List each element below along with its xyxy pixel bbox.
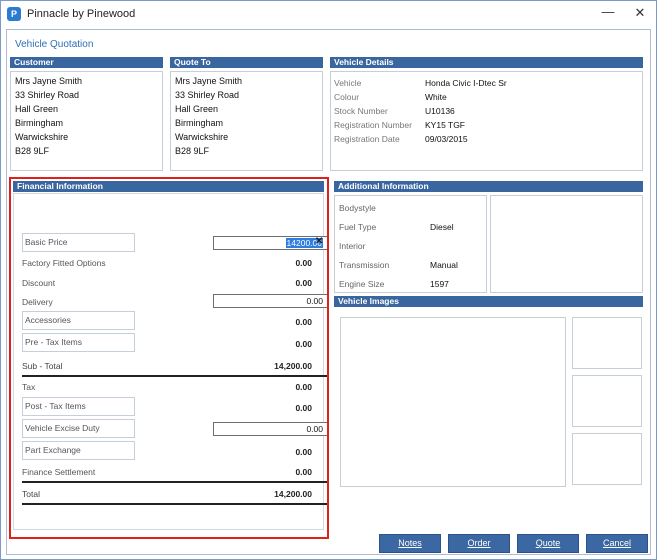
registration-number-value: KY15 TGF [425, 120, 465, 130]
quote-to-address-box: Mrs Jayne Smith 33 Shirley Road Hall Gre… [170, 71, 323, 171]
quote-to-name: Mrs Jayne Smith [175, 76, 243, 86]
order-button[interactable]: Order [448, 534, 510, 553]
cancel-button-label: Cancel [602, 538, 631, 548]
quote-to-address-line: Warwickshire [175, 132, 229, 142]
vehicle-details-header: Vehicle Details [330, 57, 643, 68]
vehicle-value: Honda Civic I-Dtec Sr [425, 78, 507, 88]
registration-date-label: Registration Date [334, 134, 400, 144]
quotation-window: P Pinnacle by Pinewood — ✕ Vehicle Quota… [0, 0, 657, 560]
quote-button-label: Quote [535, 538, 561, 548]
colour-label: Colour [334, 92, 360, 102]
vehicle-main-image[interactable] [340, 317, 566, 487]
form-title: Vehicle Quotation [15, 39, 94, 50]
vehicle-thumbnail-image[interactable] [572, 375, 642, 427]
customer-address-box: Mrs Jayne Smith 33 Shirley Road Hall Gre… [10, 71, 163, 171]
quote-to-postcode: B28 9LF [175, 146, 210, 156]
pinnacle-app-icon: P [7, 7, 21, 21]
transmission-value: Manual [430, 260, 458, 270]
quote-to-address-line: 33 Shirley Road [175, 90, 240, 100]
customer-address-line: Warwickshire [15, 132, 69, 142]
vehicle-thumbnail-image[interactable] [572, 317, 642, 369]
title-bar[interactable]: P Pinnacle by Pinewood — ✕ [1, 1, 656, 27]
vehicle-thumbnail-image[interactable] [572, 433, 642, 485]
quote-to-header: Quote To [170, 57, 323, 68]
vehicle-details-box: Vehicle Honda Civic I-Dtec Sr Colour Whi… [330, 71, 643, 171]
notes-button[interactable]: Notes [379, 534, 441, 553]
interior-label: Interior [339, 241, 366, 251]
window-title: Pinnacle by Pinewood [27, 8, 136, 20]
order-button-label: Order [467, 538, 491, 548]
close-button[interactable]: ✕ [629, 3, 651, 23]
customer-address-line: Birmingham [15, 118, 64, 128]
colour-value: White [425, 92, 447, 102]
fuel-type-label: Fuel Type [339, 222, 377, 232]
quote-button[interactable]: Quote [517, 534, 579, 553]
registration-date-value: 09/03/2015 [425, 134, 468, 144]
cancel-button[interactable]: Cancel [586, 534, 648, 553]
customer-postcode: B28 9LF [15, 146, 50, 156]
bodystyle-label: Bodystyle [339, 203, 376, 213]
additional-information-header: Additional Information [334, 181, 643, 192]
transmission-label: Transmission [339, 260, 390, 270]
additional-information-box: Bodystyle Fuel Type Diesel Interior Tran… [334, 195, 487, 293]
customer-header: Customer [10, 57, 163, 68]
customer-name: Mrs Jayne Smith [15, 76, 83, 86]
stock-number-value: U10136 [425, 106, 455, 116]
customer-address-line: 33 Shirley Road [15, 90, 80, 100]
notes-button-label: Notes [398, 538, 422, 548]
stock-number-label: Stock Number [334, 106, 388, 116]
vehicle-images-header: Vehicle Images [334, 296, 643, 307]
engine-size-label: Engine Size [339, 279, 385, 289]
registration-number-label: Registration Number [334, 120, 412, 130]
additional-information-notes-box [490, 195, 643, 293]
vehicle-label: Vehicle [334, 78, 362, 88]
minimize-button[interactable]: — [597, 3, 619, 23]
customer-address-line: Hall Green [15, 104, 59, 114]
quote-to-address-line: Hall Green [175, 104, 219, 114]
engine-size-value: 1597 [430, 279, 449, 289]
fuel-type-value: Diesel [430, 222, 454, 232]
quote-to-address-line: Birmingham [175, 118, 224, 128]
financial-highlight-frame [9, 177, 329, 539]
